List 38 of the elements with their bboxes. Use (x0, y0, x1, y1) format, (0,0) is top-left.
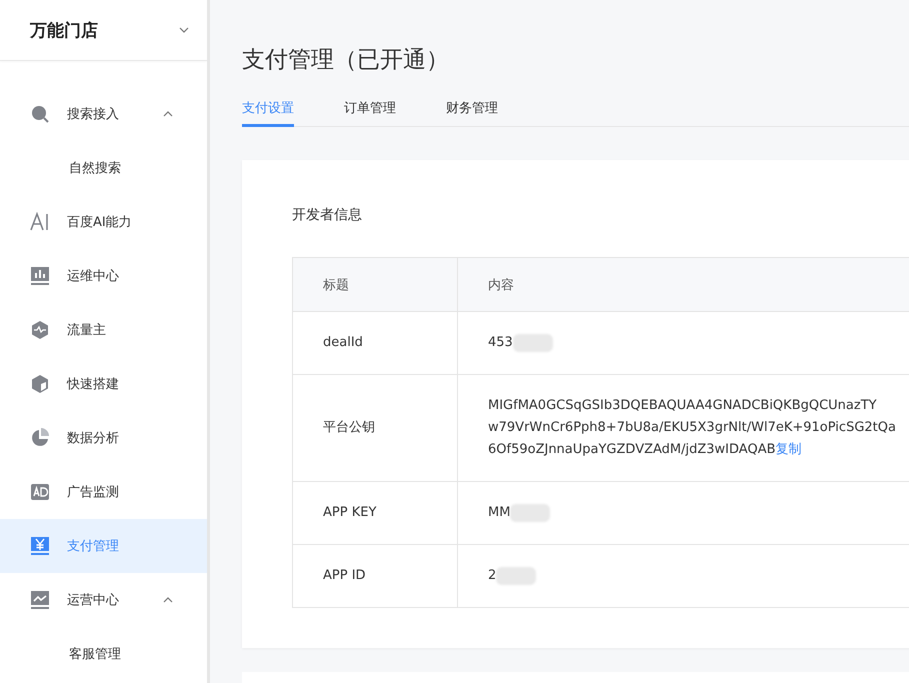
ad-icon (30, 482, 50, 502)
column-header: 标题 (292, 258, 458, 312)
cube-icon (30, 374, 50, 394)
table-cell: dealId (292, 312, 458, 374)
sidebar-item[interactable]: 流量主 (0, 303, 207, 357)
yen-icon (30, 536, 50, 556)
bar-chart-icon (30, 266, 50, 286)
sidebar-item[interactable]: 搜索接入 (0, 87, 207, 141)
sidebar-item[interactable]: 数据分析 (0, 411, 207, 465)
cell-value: MM (488, 504, 510, 522)
table-cell: APP KEY (292, 482, 458, 544)
table-cell: APP ID (292, 544, 458, 608)
search-icon (30, 104, 50, 124)
page-title: 支付管理（已开通） (242, 46, 450, 75)
sidebar-item[interactable]: 快速搭建 (0, 357, 207, 411)
pulse-icon (30, 320, 50, 340)
store-name: 万能门店 (30, 20, 98, 42)
copy-link[interactable]: 复制 (776, 439, 802, 461)
sidebar-item[interactable]: 广告监测 (0, 465, 207, 519)
sidebar-subitem[interactable]: 客服管理 (0, 627, 207, 681)
cell-value: 2 (488, 567, 496, 585)
tab[interactable]: 订单管理 (344, 99, 396, 127)
sidebar-item[interactable]: 运维中心 (0, 249, 207, 303)
cell-value: 6Of59oZJnnaUpaYGZDVZAdM/jdZ3wIDAQAB (488, 441, 776, 459)
tab[interactable]: 财务管理 (446, 99, 498, 127)
column-header: 内容 (458, 258, 909, 312)
sidebar-item[interactable]: 百度AI能力 (0, 195, 207, 249)
sidebar-item[interactable]: 运营中心 (0, 573, 207, 627)
cell-value: MIGfMA0GCSqGSIb3DQEBAQUAA4GNADCBiQKBgQCUnazTY (488, 397, 877, 415)
cell-value: 453 (488, 334, 513, 352)
pie-chart-icon (30, 428, 50, 448)
section-title: 开发者信息 (292, 206, 363, 224)
ai-icon (30, 212, 50, 232)
table-cell: 平台公钥 (292, 374, 458, 482)
sidebar-subitem[interactable]: 自然搜索 (0, 141, 207, 195)
cell-value: w79VrWnCr6Pph8+7bU8a/EKU5X3grNlt/Wl7eK+91oPicSG2tQa (488, 419, 896, 437)
trend-chart-icon (30, 590, 50, 610)
caret-icon (179, 27, 189, 33)
